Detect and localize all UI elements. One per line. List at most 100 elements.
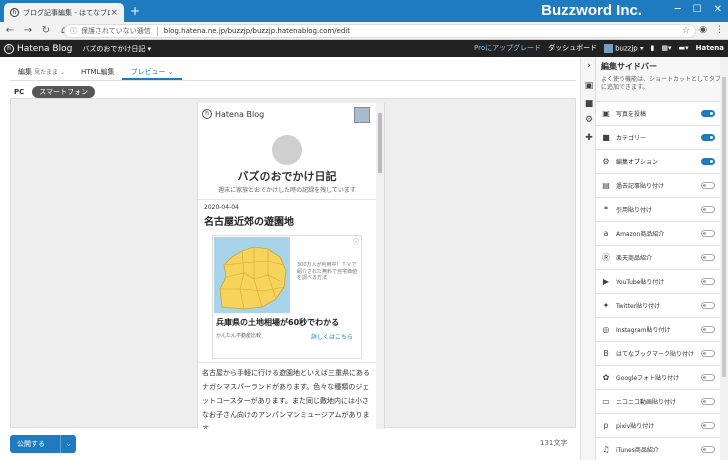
gear-icon[interactable]: ⚙ [581, 115, 597, 125]
sidebar-item[interactable]: ■ カテゴリー [596, 125, 720, 149]
user-menu[interactable]: buzzjp ▾ [604, 43, 643, 53]
pro-upgrade-link[interactable]: Proにアップグレード [474, 43, 541, 53]
sidebar-item-label: 引用貼り付け [616, 207, 653, 214]
window-controls: ─ ☐ ✕ [675, 4, 722, 15]
sidebar-item[interactable]: ✿ Googleフォト貼り付け [596, 365, 720, 389]
sidebar-item-toggle[interactable] [701, 230, 715, 237]
sidebar-item-toggle[interactable] [701, 110, 715, 117]
info-icon[interactable]: ⓘ [70, 26, 77, 36]
sidebar-item-label: pixiv貼り付け [616, 423, 655, 430]
ad-source: かんたん不動産比較 [216, 333, 262, 339]
menu-dots-icon[interactable]: ⋮ [715, 25, 724, 35]
hatena-link[interactable]: Hatena [696, 44, 724, 52]
sidebar-item-toggle[interactable] [701, 278, 715, 285]
publish-button[interactable]: 公開する ⌄ [10, 435, 76, 453]
chevron-right-icon[interactable]: › [581, 61, 597, 71]
minimize-icon[interactable]: ─ [675, 4, 681, 15]
sidebar-item[interactable]: ▤ 過去記事貼り付け [596, 173, 720, 197]
tab-preview[interactable]: プレビュー ⌄ [122, 66, 182, 80]
sidebar-item-label: Twitter貼り付け [616, 303, 661, 310]
apps-grid-icon[interactable]: ▦▾ [661, 44, 671, 52]
divider [198, 199, 376, 200]
sidebar-item-toggle[interactable] [701, 422, 715, 429]
sidebar-item[interactable]: ▶ YouTube貼り付け [596, 269, 720, 293]
photo-icon[interactable]: ▣ [581, 81, 597, 91]
tool-strip: › ▣ ■ ⚙ ✚ [580, 57, 596, 460]
preview-scrollbar[interactable] [376, 103, 384, 429]
scrollbar-thumb[interactable] [378, 113, 382, 173]
header-right: Proにアップグレード ダッシュボード buzzjp ▾ ▮ ▦▾ ▬▾ Hat… [474, 43, 724, 53]
tab-preview-label: プレビュー ⌄ [130, 68, 174, 76]
folder-icon[interactable]: ■ [581, 99, 597, 109]
bookmark-star-icon[interactable]: ☆ [682, 26, 690, 36]
smartphone-preview[interactable]: h Hatena Blog バズのおでかけ日記 週末に家族とおでかけした時の記録… [197, 103, 385, 429]
blog-description: 週末に家族とおでかけした時の記録を残しています [218, 187, 356, 194]
ad-card[interactable]: ⓘ 300万人が利用中！ＴＶで紹介された無料で自宅価値を調べる方法 兵庫県の土地… [212, 235, 362, 359]
device-toggle: PC スマートフォン [14, 86, 96, 98]
tab-edit[interactable]: 編集 見たまま ⌄ [10, 66, 73, 80]
sidebar-item[interactable]: p pixiv貼り付け [596, 413, 720, 437]
sidebar-item[interactable]: ▭ ニコニコ動画貼り付け [596, 389, 720, 413]
blog-selector[interactable]: バズのおでかけ日記 ▾ [82, 44, 151, 54]
close-window-icon[interactable]: ✕ [714, 4, 722, 15]
ad-info-icon[interactable]: ⓘ [353, 237, 359, 246]
sidebar-item-toggle[interactable] [701, 182, 715, 189]
sidebar-item[interactable]: a Amazon商品紹介 [596, 221, 720, 245]
sidebar-scrollbar[interactable] [720, 57, 728, 460]
edit-sidebar: 編集サイドバー よく使う機能は、ショートカットとしてタブに追加できます。 ▣ 写真… [596, 57, 728, 460]
browser-tab[interactable]: h ブログ記事編集 - はてなブログ × [4, 3, 124, 22]
sidebar-item-toggle[interactable] [701, 302, 715, 309]
new-tab-button[interactable]: + [130, 4, 140, 18]
hatena-bookmark-icon: B [603, 349, 609, 358]
sidebar-item-toggle[interactable] [701, 206, 715, 213]
sidebar-item[interactable]: ⚙ 編集オプション [596, 149, 720, 173]
sidebar-item-toggle[interactable] [701, 158, 715, 165]
forward-icon[interactable]: → [20, 25, 36, 36]
sidebar-item[interactable]: ✦ Twitter貼り付け [596, 293, 720, 317]
sidebar-item[interactable]: B はてなブックマーク貼り付け [596, 341, 720, 365]
sidebar-item[interactable]: ▣ 写真を投稿 [596, 101, 720, 125]
folder-icon: ■ [602, 133, 610, 142]
back-icon[interactable]: ← [2, 25, 18, 36]
sidebar-item-label: 編集オプション [616, 159, 659, 166]
bookmark-icon[interactable]: ▮ [650, 44, 654, 52]
sidebar-item-toggle[interactable] [701, 254, 715, 261]
reload-icon[interactable]: ↻ [38, 25, 54, 36]
sidebar-item-label: YouTube貼り付け [616, 279, 665, 286]
ad-link[interactable]: 詳しくはこちら [311, 332, 353, 341]
url-input[interactable]: ⓘ 保護されていない通信 blog.hatena.ne.jp/buzzjp/bu… [64, 24, 696, 38]
divider [198, 362, 376, 363]
sidebar-item[interactable]: ♫ iTunes商品紹介 [596, 437, 720, 460]
chat-icon[interactable]: ▬▾ [678, 44, 688, 52]
sidebar-item-toggle[interactable] [701, 374, 715, 381]
dashboard-link[interactable]: ダッシュボード [548, 43, 597, 53]
amazon-icon: a [603, 229, 609, 238]
tab-html-edit[interactable]: HTML編集 [73, 66, 122, 80]
sidebar-item-toggle[interactable] [701, 326, 715, 333]
device-pc-button[interactable]: PC [14, 88, 24, 96]
sidebar-item-toggle[interactable] [701, 446, 715, 453]
tab-html-label: HTML編集 [81, 68, 115, 76]
add-icon[interactable]: ✚ [581, 133, 597, 143]
pixiv-icon: p [603, 421, 609, 430]
publish-label: 公開する [17, 440, 45, 448]
maximize-icon[interactable]: ☐ [693, 4, 702, 15]
profile-icon[interactable]: ◉ [699, 25, 707, 35]
ad-headline[interactable]: 兵庫県の土地相場が60秒でわかる [216, 317, 339, 328]
sidebar-item[interactable]: ❝ 引用貼り付け [596, 197, 720, 221]
gear-icon: ⚙ [602, 157, 610, 166]
sidebar-item-toggle[interactable] [701, 134, 715, 141]
sidebar-item-label: iTunes商品紹介 [616, 447, 659, 454]
sidebar-item-toggle[interactable] [701, 398, 715, 405]
sidebar-item[interactable]: ◎ Instagram貼り付け [596, 317, 720, 341]
scrollbar-thumb[interactable] [722, 77, 726, 377]
hatena-blog-logo[interactable]: h Hatena Blog [4, 43, 72, 54]
publish-options-icon[interactable]: ⌄ [60, 435, 76, 453]
sidebar-item[interactable]: Ⓡ 楽天商品紹介 [596, 245, 720, 269]
sidebar-item-toggle[interactable] [701, 350, 715, 357]
device-smartphone-button[interactable]: スマートフォン [32, 86, 96, 98]
instagram-icon: ◎ [602, 325, 610, 334]
close-tab-icon[interactable]: × [110, 8, 118, 18]
security-status: 保護されていない通信 [81, 27, 151, 35]
editor-tabs: 編集 見たまま ⌄ HTML編集 プレビュー ⌄ [10, 66, 576, 81]
